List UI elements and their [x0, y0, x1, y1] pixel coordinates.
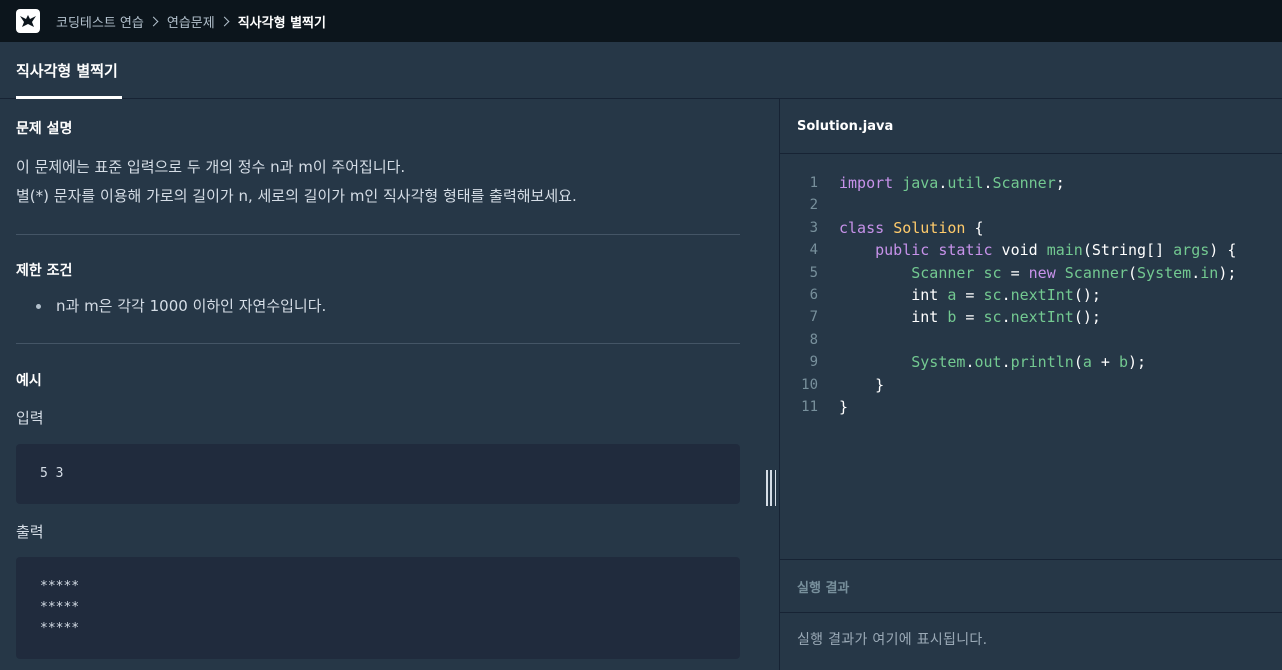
code-line: 6 int a = sc.nextInt(); — [809, 285, 1101, 304]
file-name: Solution.java — [780, 99, 1282, 154]
constraints-title: 제한 조건 — [16, 263, 73, 279]
code-line: 5 Scanner sc = new Scanner(System.in); — [809, 263, 1237, 282]
input-label: 입력 — [16, 409, 44, 427]
code-line: 7 int b = sc.nextInt(); — [809, 308, 1101, 327]
problem-panel: 문제 설명 이 문제에는 표준 입력으로 두 개의 정수 n과 m이 주어집니다… — [0, 99, 779, 670]
divider — [16, 234, 740, 235]
output-example: ***** ***** ***** — [16, 557, 740, 659]
description-line: 별(*) 문자를 이용해 가로의 길이가 n, 세로의 길이가 m인 직사각형 … — [16, 187, 577, 205]
code-line: 3 class Solution { — [809, 218, 984, 237]
panel-resize-handle[interactable] — [766, 470, 776, 506]
code-line: 4 public static void main(String[] args)… — [809, 241, 1237, 260]
example-title: 예시 — [16, 373, 42, 389]
output-line: ***** — [40, 600, 80, 615]
programmers-logo-icon[interactable] — [16, 9, 40, 33]
bullet-icon — [36, 304, 41, 309]
input-line: 5 3 — [40, 466, 64, 481]
tab-bar: 직사각형 별찍기 — [0, 42, 1282, 99]
output-line: ***** — [40, 579, 80, 594]
top-bar: 코딩테스트 연습 연습문제 직사각형 별찍기 — [0, 0, 1282, 42]
code-line: 8 — [809, 331, 818, 348]
output-label: 출력 — [16, 523, 44, 541]
code-line: 9 System.out.println(a + b); — [809, 353, 1147, 372]
input-example: 5 3 — [16, 444, 740, 504]
code-line: 1 import java.util.Scanner; — [809, 174, 1065, 192]
code-line: 10 } — [801, 375, 885, 394]
breadcrumb-current: 직사각형 별찍기 — [237, 15, 326, 31]
editor-panel: Solution.java 1 import java.util.Scanner;… — [779, 99, 1282, 670]
output-line: ***** — [40, 621, 80, 636]
result-title: 실행 결과 — [780, 559, 1282, 613]
breadcrumb: 코딩테스트 연습 연습문제 직사각형 별찍기 — [56, 0, 326, 42]
breadcrumb-practice[interactable]: 연습문제 — [167, 12, 215, 31]
code-line: 2 — [809, 197, 818, 214]
code-line: 11} — [801, 397, 849, 416]
tab-problem[interactable]: 직사각형 별찍기 — [16, 42, 122, 99]
chevron-right-icon — [148, 16, 159, 26]
constraint-item: n과 m은 각각 1000 이하인 자연수입니다. — [56, 297, 327, 315]
result-placeholder: 실행 결과가 여기에 표시됩니다. — [797, 632, 988, 648]
code-editor[interactable]: 1 import java.util.Scanner; 2 3 class Solu… — [780, 155, 1282, 558]
description-title: 문제 설명 — [16, 121, 73, 137]
divider — [16, 343, 740, 344]
breadcrumb-coding-test[interactable]: 코딩테스트 연습 — [56, 12, 144, 31]
chevron-right-icon — [219, 16, 230, 26]
description-line: 이 문제에는 표준 입력으로 두 개의 정수 n과 m이 주어집니다. — [16, 158, 406, 176]
